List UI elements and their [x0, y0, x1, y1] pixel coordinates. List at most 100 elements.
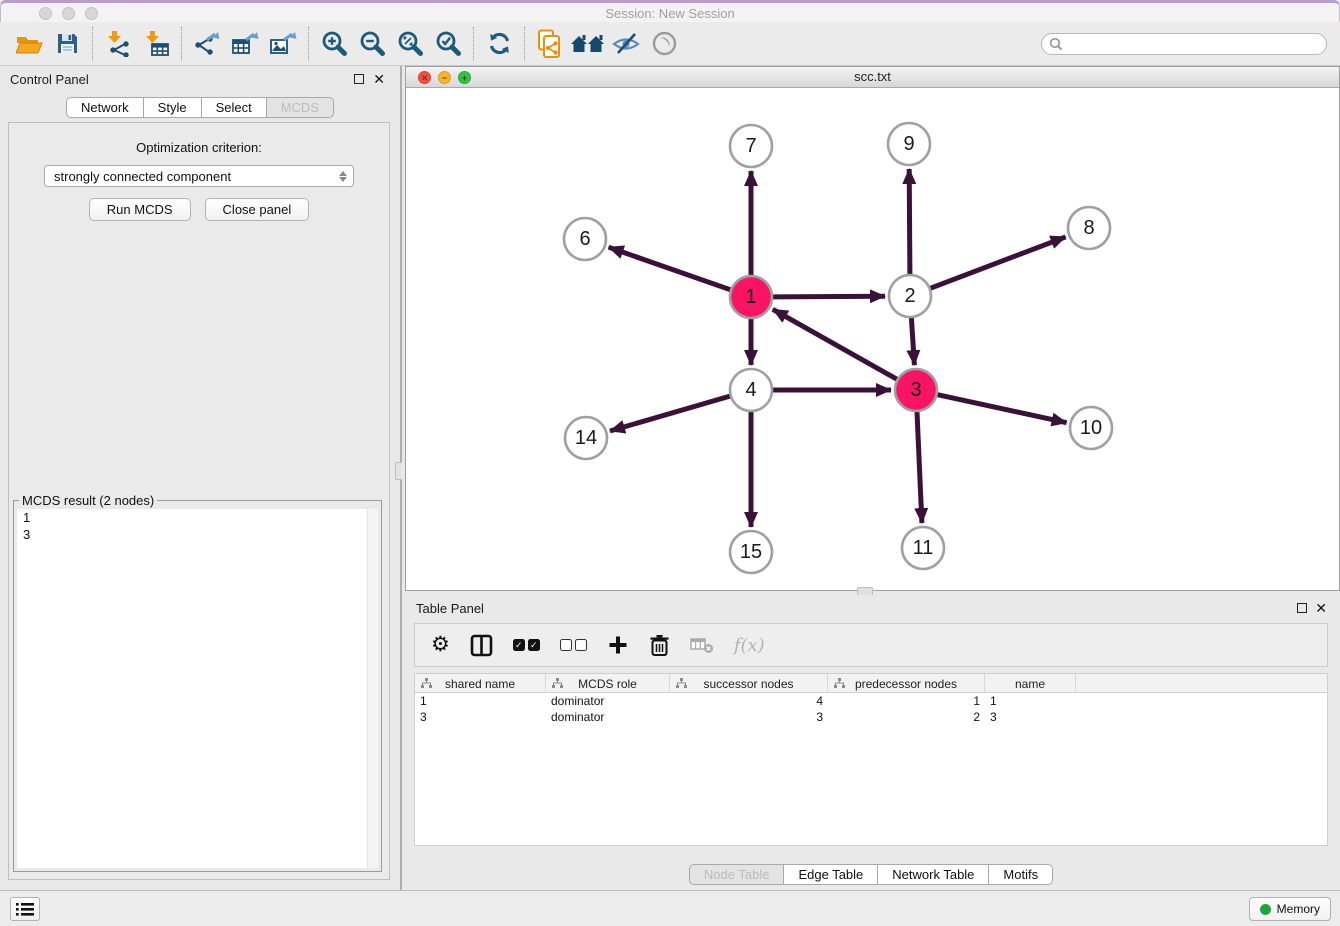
tab-network[interactable]: Network: [66, 97, 144, 118]
column-header-MCDS-role[interactable]: MCDS role: [546, 674, 670, 693]
delete-table-icon-disabled: [690, 636, 714, 654]
table-body: 1dominator4113dominator323: [415, 693, 1327, 725]
graph-edge-2-8[interactable]: [931, 237, 1066, 288]
delete-column-icon[interactable]: [649, 634, 670, 657]
settings-gear-icon[interactable]: ⚙: [431, 635, 450, 655]
memory-label: Memory: [1277, 902, 1320, 916]
select-all-icon[interactable]: ✓✓: [513, 639, 540, 651]
deselect-all-icon[interactable]: [560, 639, 587, 651]
table-tab-motifs[interactable]: Motifs: [989, 864, 1053, 885]
table-cell[interactable]: dominator: [546, 709, 670, 725]
table-row[interactable]: 1dominator411: [415, 693, 1327, 709]
graph-edge-3-11[interactable]: [917, 412, 922, 523]
zoom-selected-button[interactable]: [429, 25, 467, 63]
run-mcds-button[interactable]: Run MCDS: [89, 198, 191, 221]
svg-text:15: 15: [740, 541, 762, 563]
svg-text:8: 8: [1083, 217, 1094, 239]
table-cell[interactable]: 4: [670, 693, 828, 709]
graph-node-6[interactable]: 6: [564, 218, 606, 260]
table-cell[interactable]: dominator: [546, 693, 670, 709]
export-table-button[interactable]: [226, 25, 264, 63]
table-cell[interactable]: 3: [985, 709, 1076, 725]
graph-node-10[interactable]: 10: [1070, 407, 1112, 449]
toolbar-separator: [524, 27, 525, 61]
clone-network-icon: [536, 29, 564, 59]
graph-edge-3-1[interactable]: [773, 309, 897, 379]
tab-select[interactable]: Select: [202, 97, 267, 118]
close-panel-button[interactable]: Close panel: [205, 198, 310, 221]
table-cell[interactable]: 1: [828, 693, 985, 709]
open-folder-icon: [16, 33, 43, 55]
task-history-button[interactable]: [10, 897, 40, 921]
control-panel-title: Control Panel: [10, 72, 89, 87]
mcds-result-list[interactable]: 13: [17, 509, 378, 868]
hide-selected-button[interactable]: [607, 25, 645, 63]
show-eye-button[interactable]: [645, 25, 683, 63]
graph-node-11[interactable]: 11: [902, 527, 944, 569]
graph-node-2[interactable]: 2: [889, 275, 931, 317]
graph-node-8[interactable]: 8: [1068, 207, 1110, 249]
table-cell[interactable]: 2: [828, 709, 985, 725]
table-cell[interactable]: 3: [415, 709, 546, 725]
search-field[interactable]: [1041, 33, 1327, 55]
graph-edge-2-3[interactable]: [911, 318, 914, 365]
graph-node-9[interactable]: 9: [888, 123, 930, 165]
table-row[interactable]: 3dominator323: [415, 709, 1327, 725]
export-network-button[interactable]: [188, 25, 226, 63]
column-header-successor-nodes[interactable]: successor nodes: [670, 674, 828, 693]
column-header-name[interactable]: name: [985, 674, 1076, 693]
add-column-icon[interactable]: [607, 634, 629, 656]
save-session-button[interactable]: [48, 25, 86, 63]
column-header-predecessor-nodes[interactable]: predecessor nodes: [828, 674, 985, 693]
tab-mcds[interactable]: MCDS: [267, 97, 334, 118]
float-panel-icon[interactable]: [1297, 603, 1307, 613]
criterion-dropdown[interactable]: strongly connected component: [44, 165, 354, 187]
export-table-icon: [231, 31, 259, 57]
graph-edge-1-2[interactable]: [773, 296, 885, 297]
zoom-out-button[interactable]: [353, 25, 391, 63]
zoom-fit-icon: [395, 29, 425, 59]
float-panel-icon[interactable]: [354, 74, 364, 84]
close-panel-icon[interactable]: ✕: [373, 71, 385, 88]
close-panel-icon[interactable]: ✕: [1315, 600, 1327, 617]
zoom-fit-button[interactable]: [391, 25, 429, 63]
tab-style[interactable]: Style: [144, 97, 202, 118]
import-table-button[interactable]: [137, 25, 175, 63]
list-icon: [16, 902, 34, 917]
open-session-button[interactable]: [10, 25, 48, 63]
split-columns-icon[interactable]: [470, 634, 493, 657]
svg-text:14: 14: [575, 427, 597, 449]
export-image-button[interactable]: [264, 25, 302, 63]
table-tab-edge-table[interactable]: Edge Table: [784, 864, 878, 885]
network-graph[interactable]: 7 9 6 8 1 2 4 3 14 10 15 11: [406, 88, 1339, 590]
table-tab-network-table[interactable]: Network Table: [878, 864, 989, 885]
clone-network-button[interactable]: [531, 25, 569, 63]
home-button[interactable]: [569, 25, 607, 63]
graph-edge-1-6[interactable]: [609, 247, 731, 290]
save-icon: [56, 32, 79, 55]
table-cell[interactable]: 1: [415, 693, 546, 709]
refresh-button[interactable]: [480, 25, 518, 63]
table-tab-node-table[interactable]: Node Table: [689, 864, 785, 885]
zoom-in-button[interactable]: [315, 25, 353, 63]
search-input[interactable]: [1067, 35, 1326, 53]
refresh-icon: [486, 30, 513, 57]
column-header-shared-name[interactable]: shared name: [415, 674, 546, 693]
graph-node-4[interactable]: 4: [730, 369, 772, 411]
network-canvas[interactable]: 7 9 6 8 1 2 4 3 14 10 15 11: [406, 88, 1339, 590]
graph-edge-2-9[interactable]: [909, 169, 910, 274]
table-cell[interactable]: 1: [985, 693, 1076, 709]
graph-node-1[interactable]: 1: [730, 276, 772, 318]
graph-node-14[interactable]: 14: [565, 417, 607, 459]
result-scrollbar[interactable]: [367, 509, 378, 868]
table-cell[interactable]: 3: [670, 709, 828, 725]
graph-edge-4-14[interactable]: [610, 396, 730, 431]
graph-node-15[interactable]: 15: [730, 531, 772, 573]
graph-edge-3-10[interactable]: [938, 395, 1067, 423]
graph-node-3[interactable]: 3: [895, 369, 937, 411]
eye-icon: [651, 30, 678, 57]
graph-node-7[interactable]: 7: [730, 125, 772, 167]
mcds-panel: Optimization criterion: strongly connect…: [8, 122, 390, 880]
memory-button[interactable]: Memory: [1249, 897, 1331, 921]
import-network-button[interactable]: [99, 25, 137, 63]
